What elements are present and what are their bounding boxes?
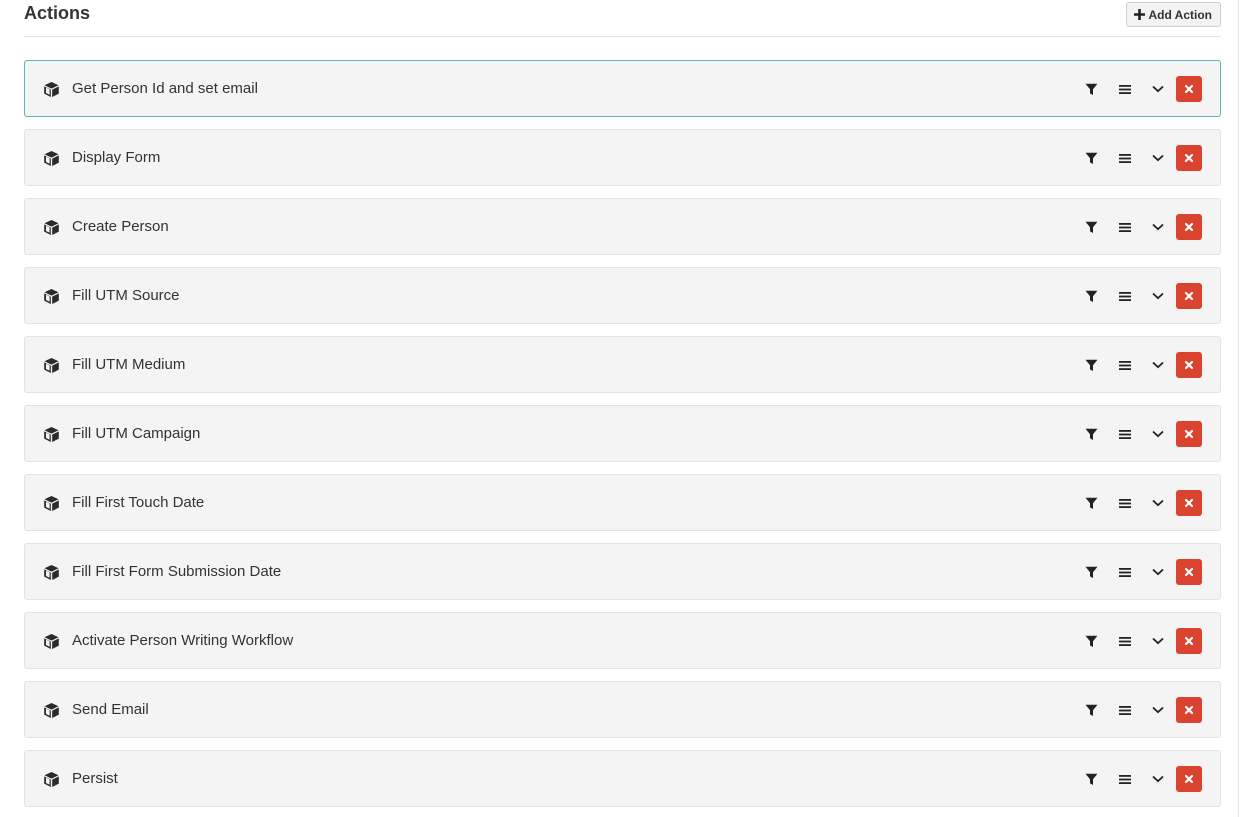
menu-icon[interactable] bbox=[1112, 145, 1138, 171]
close-icon bbox=[1184, 774, 1194, 784]
chevron-down-icon[interactable] bbox=[1145, 766, 1171, 792]
chevron-down-icon[interactable] bbox=[1145, 283, 1171, 309]
action-row-5[interactable]: Fill UTM Medium bbox=[24, 336, 1221, 393]
action-row-6[interactable]: Fill UTM Campaign bbox=[24, 405, 1221, 462]
delete-button[interactable] bbox=[1176, 421, 1202, 447]
action-row-9[interactable]: Activate Person Writing Workflow bbox=[24, 612, 1221, 669]
action-list: Get Person Id and set email Display Form bbox=[24, 60, 1221, 817]
filter-icon[interactable] bbox=[1078, 628, 1104, 654]
page: Actions Add Action Get Person Id and set… bbox=[0, 0, 1243, 817]
chevron-down-icon[interactable] bbox=[1145, 214, 1171, 240]
cube-icon bbox=[43, 288, 60, 305]
plus-icon bbox=[1134, 9, 1146, 20]
cube-icon bbox=[43, 495, 60, 512]
action-label: Fill UTM Source bbox=[72, 287, 180, 304]
action-label: Activate Person Writing Workflow bbox=[72, 632, 294, 649]
delete-button[interactable] bbox=[1176, 628, 1202, 654]
delete-button[interactable] bbox=[1176, 697, 1202, 723]
cube-icon bbox=[43, 633, 60, 650]
delete-button[interactable] bbox=[1176, 490, 1202, 516]
close-icon bbox=[1184, 360, 1194, 370]
cube-icon bbox=[43, 357, 60, 374]
close-icon bbox=[1184, 222, 1194, 232]
cube-icon bbox=[43, 81, 60, 98]
action-label: Persist bbox=[72, 770, 118, 787]
filter-icon[interactable] bbox=[1078, 559, 1104, 585]
cube-icon bbox=[43, 150, 60, 167]
close-icon bbox=[1184, 84, 1194, 94]
delete-button[interactable] bbox=[1176, 76, 1202, 102]
menu-icon[interactable] bbox=[1112, 559, 1138, 585]
chevron-down-icon[interactable] bbox=[1145, 76, 1171, 102]
chevron-down-icon[interactable] bbox=[1145, 490, 1171, 516]
close-icon bbox=[1184, 291, 1194, 301]
action-row-10[interactable]: Send Email bbox=[24, 681, 1221, 738]
chevron-down-icon[interactable] bbox=[1145, 628, 1171, 654]
actions-header: Actions Add Action bbox=[24, 0, 1221, 37]
action-label: Get Person Id and set email bbox=[72, 80, 258, 97]
action-label: Create Person bbox=[72, 218, 169, 235]
delete-button[interactable] bbox=[1176, 559, 1202, 585]
close-icon bbox=[1184, 705, 1194, 715]
filter-icon[interactable] bbox=[1078, 490, 1104, 516]
action-label: Fill UTM Campaign bbox=[72, 425, 201, 442]
chevron-down-icon[interactable] bbox=[1145, 352, 1171, 378]
close-icon bbox=[1184, 153, 1194, 163]
menu-icon[interactable] bbox=[1112, 421, 1138, 447]
delete-button[interactable] bbox=[1176, 145, 1202, 171]
menu-icon[interactable] bbox=[1112, 214, 1138, 240]
action-label: Send Email bbox=[72, 701, 149, 718]
filter-icon[interactable] bbox=[1078, 697, 1104, 723]
delete-button[interactable] bbox=[1176, 214, 1202, 240]
cube-icon bbox=[43, 219, 60, 236]
filter-icon[interactable] bbox=[1078, 421, 1104, 447]
delete-button[interactable] bbox=[1176, 766, 1202, 792]
filter-icon[interactable] bbox=[1078, 76, 1104, 102]
action-label: Fill First Touch Date bbox=[72, 494, 205, 511]
cube-icon bbox=[43, 564, 60, 581]
action-row-1[interactable]: Get Person Id and set email bbox=[24, 60, 1221, 117]
action-row-3[interactable]: Create Person bbox=[24, 198, 1221, 255]
filter-icon[interactable] bbox=[1078, 145, 1104, 171]
page-title: Actions bbox=[24, 3, 91, 23]
close-icon bbox=[1184, 429, 1194, 439]
filter-icon[interactable] bbox=[1078, 352, 1104, 378]
menu-icon[interactable] bbox=[1112, 697, 1138, 723]
filter-icon[interactable] bbox=[1078, 214, 1104, 240]
menu-icon[interactable] bbox=[1112, 352, 1138, 378]
chevron-down-icon[interactable] bbox=[1145, 559, 1171, 585]
chevron-down-icon[interactable] bbox=[1145, 145, 1171, 171]
action-label: Fill First Form Submission Date bbox=[72, 563, 282, 580]
close-icon bbox=[1184, 636, 1194, 646]
menu-icon[interactable] bbox=[1112, 766, 1138, 792]
add-action-label: Add Action bbox=[1148, 7, 1212, 22]
delete-button[interactable] bbox=[1176, 352, 1202, 378]
chevron-down-icon[interactable] bbox=[1145, 421, 1171, 447]
action-row-11[interactable]: Persist bbox=[24, 750, 1221, 807]
filter-icon[interactable] bbox=[1078, 766, 1104, 792]
delete-button[interactable] bbox=[1176, 283, 1202, 309]
close-icon bbox=[1184, 567, 1194, 577]
cube-icon bbox=[43, 426, 60, 443]
cube-icon bbox=[43, 771, 60, 788]
cube-icon bbox=[43, 702, 60, 719]
filter-icon[interactable] bbox=[1078, 283, 1104, 309]
action-row-8[interactable]: Fill First Form Submission Date bbox=[24, 543, 1221, 600]
chevron-down-icon[interactable] bbox=[1145, 697, 1171, 723]
action-row-7[interactable]: Fill First Touch Date bbox=[24, 474, 1221, 531]
add-action-button[interactable]: Add Action bbox=[1126, 2, 1221, 27]
action-row-2[interactable]: Display Form bbox=[24, 129, 1221, 186]
menu-icon[interactable] bbox=[1112, 490, 1138, 516]
scroll-edge bbox=[1238, 0, 1239, 817]
menu-icon[interactable] bbox=[1112, 628, 1138, 654]
action-row-4[interactable]: Fill UTM Source bbox=[24, 267, 1221, 324]
action-label: Fill UTM Medium bbox=[72, 356, 186, 373]
close-icon bbox=[1184, 498, 1194, 508]
menu-icon[interactable] bbox=[1112, 283, 1138, 309]
menu-icon[interactable] bbox=[1112, 76, 1138, 102]
action-label: Display Form bbox=[72, 149, 161, 166]
